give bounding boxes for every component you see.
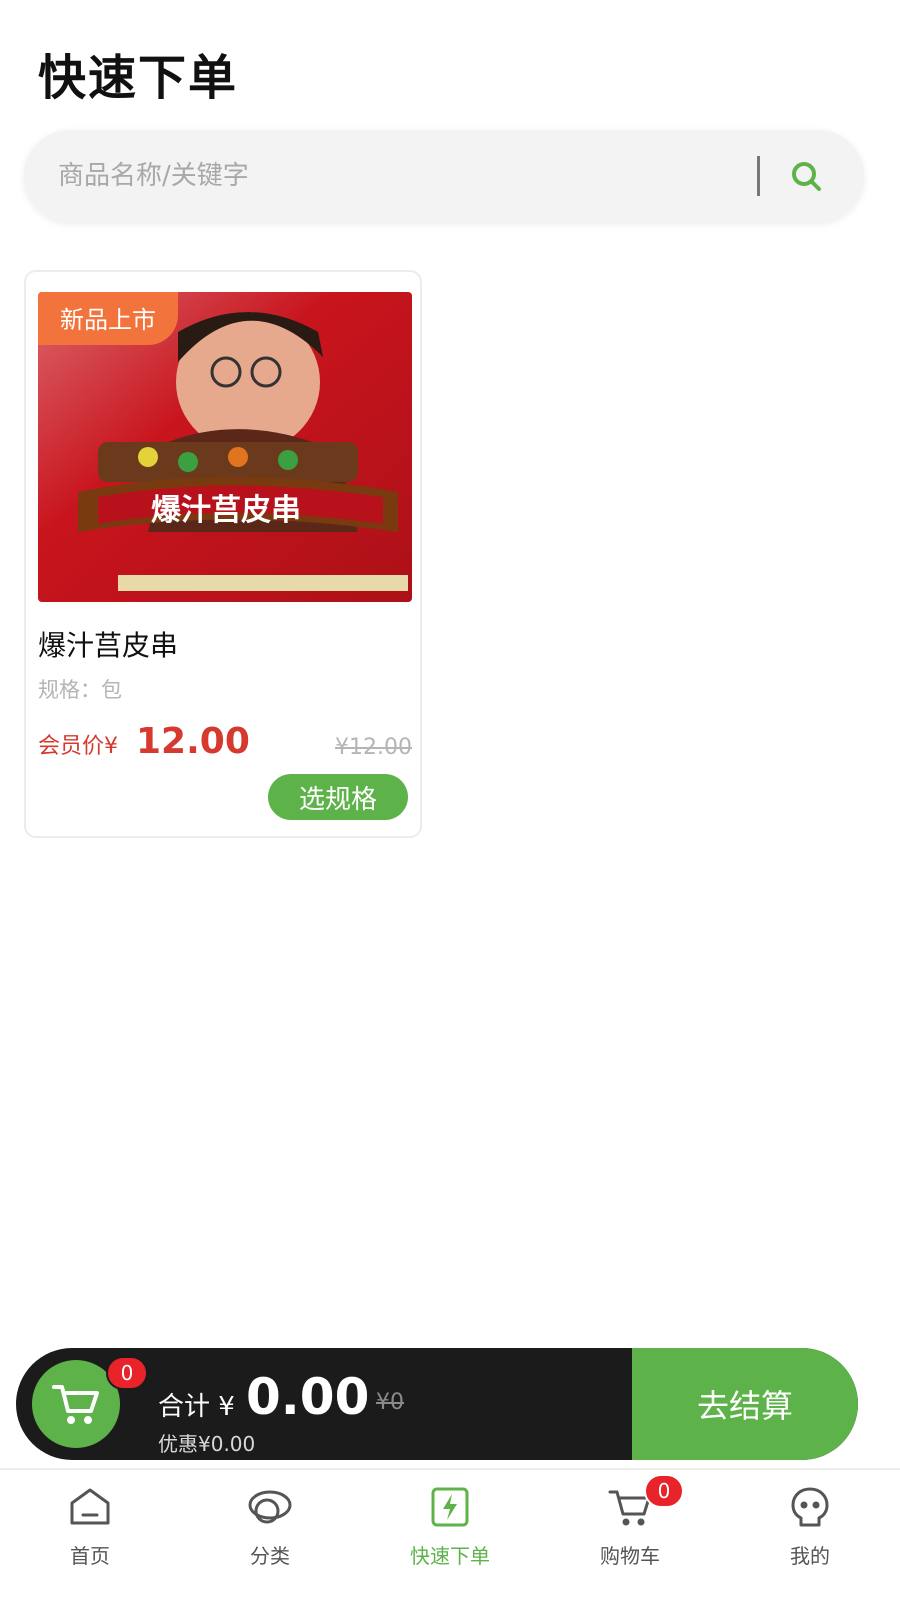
select-spec-button[interactable]: 选规格 xyxy=(268,774,408,820)
tab-label: 快速下单 xyxy=(410,1544,490,1568)
search-button[interactable] xyxy=(782,152,830,200)
cart-tab-badge: 0 xyxy=(644,1474,684,1508)
discount-amount: 优惠¥0.00 xyxy=(158,1432,256,1456)
quick-order-icon xyxy=(431,1487,469,1527)
profile-icon xyxy=(791,1487,829,1527)
product-name[interactable]: 爆汁莒皮串 xyxy=(38,624,178,664)
new-arrival-badge: 新品上市 xyxy=(38,292,178,345)
checkout-button[interactable]: 去结算 xyxy=(632,1348,858,1460)
total-amount: 0.00 xyxy=(246,1368,370,1426)
price-row: 会员价¥ 12.00 ¥12.00 xyxy=(38,712,412,762)
product-image[interactable]: 爆汁莒皮串 新品上市 xyxy=(38,292,412,602)
search-input[interactable] xyxy=(24,130,757,222)
tab-label: 首页 xyxy=(70,1544,110,1568)
search-divider xyxy=(757,156,760,196)
member-price-label: 会员价¥ xyxy=(38,734,118,759)
tab-label: 我的 xyxy=(790,1544,830,1568)
search-icon xyxy=(792,162,821,191)
original-price: ¥12.00 xyxy=(335,735,412,760)
total-label: 合计 ¥ xyxy=(158,1392,235,1422)
member-price: 12.00 xyxy=(136,721,250,762)
quick-order-page: 快速下单 商品名称/关键字 爆汁莒皮串 新品上市 爆汁莒皮串 规格：包 会员价¥… xyxy=(0,0,900,1600)
bottom-tab-bar: 首页 分类 快速下单 购物车 0 我的 xyxy=(0,1468,900,1600)
tab-category[interactable]: 分类 xyxy=(180,1470,360,1600)
total-original-price: ¥0 xyxy=(376,1390,404,1415)
cart-icon xyxy=(52,1385,99,1424)
tab-label: 分类 xyxy=(250,1544,290,1568)
tab-profile[interactable]: 我的 xyxy=(720,1470,900,1600)
product-card[interactable]: 爆汁莒皮串 新品上市 爆汁莒皮串 规格：包 会员价¥ 12.00 ¥12.00 … xyxy=(24,270,422,838)
tab-label: 购物车 xyxy=(600,1544,660,1568)
product-photo-caption: 爆汁莒皮串 xyxy=(151,493,301,528)
checkout-bar: 0 合计 ¥ 0.00 ¥0 优惠¥0.00 去结算 xyxy=(16,1348,858,1460)
page-title: 快速下单 xyxy=(38,50,239,106)
tab-quick-order[interactable]: 快速下单 xyxy=(360,1470,540,1600)
cart-count-badge: 0 xyxy=(106,1356,148,1390)
search-bar xyxy=(24,130,864,222)
category-icon xyxy=(248,1490,292,1524)
product-spec: 规格：包 xyxy=(38,678,122,702)
home-icon xyxy=(70,1488,110,1525)
tab-home[interactable]: 首页 xyxy=(0,1470,180,1600)
tab-cart[interactable]: 购物车 0 xyxy=(540,1470,720,1600)
